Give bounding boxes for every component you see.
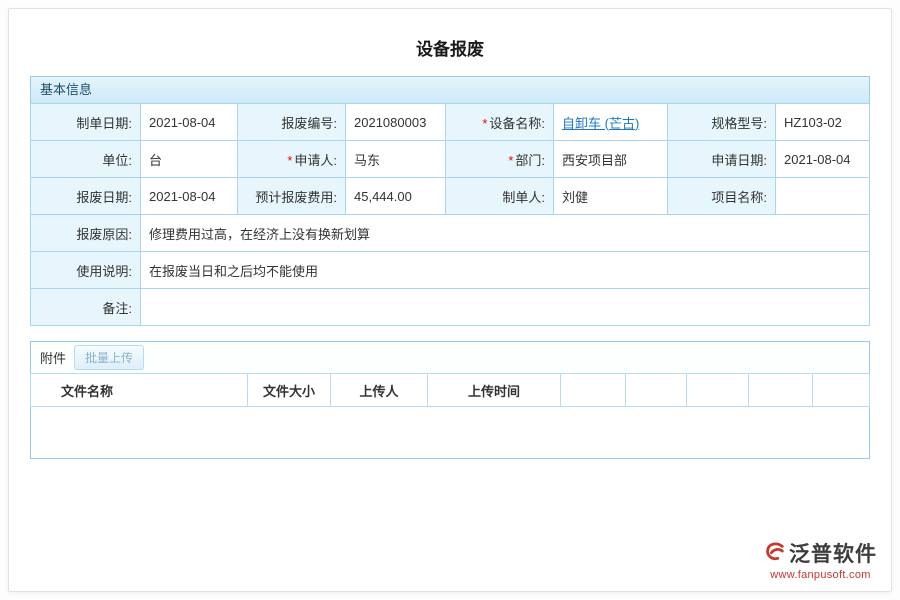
fanpu-logo-icon (764, 540, 786, 567)
attachments-title: 附件 (40, 348, 66, 367)
required-asterisk: * (508, 153, 513, 168)
field-value-estimated-cost: 45,444.00 (346, 178, 446, 215)
required-asterisk: * (482, 116, 487, 131)
empty-column-header (626, 374, 687, 407)
field-value-usage-note: 在报废当日和之后均不能使用 (141, 252, 870, 289)
field-label-spec-model: 规格型号: (668, 104, 776, 141)
field-label-project-name: 项目名称: (668, 178, 776, 215)
table-row: 制单日期: 2021-08-04 报废编号: 2021080003 *设备名称:… (31, 104, 870, 141)
attachments-header-row: 文件名称 文件大小 上传人 上传时间 (31, 374, 870, 407)
uploader-column-header: 上传人 (331, 374, 428, 407)
file-name-column-header: 文件名称 (31, 374, 248, 407)
attachments-section-header: 附件 批量上传 (30, 341, 870, 373)
batch-upload-button[interactable]: 批量上传 (74, 345, 144, 370)
empty-column-header (749, 374, 813, 407)
field-label-remark: 备注: (31, 289, 141, 326)
basic-info-table: 制单日期: 2021-08-04 报废编号: 2021080003 *设备名称:… (30, 103, 870, 326)
basic-info-section: 基本信息 制单日期: 2021-08-04 报废编号: 2021080003 *… (30, 76, 870, 326)
equipment-scrap-form-card: 设备报废 基本信息 制单日期: 2021-08-04 报废编号: 2021080… (8, 8, 892, 592)
vendor-footer: 泛普软件 www.fanpusoft.com (764, 538, 877, 581)
field-label-device-name: *设备名称: (446, 104, 554, 141)
table-row: 报废日期: 2021-08-04 预计报废费用: 45,444.00 制单人: … (31, 178, 870, 215)
field-label-scrap-reason: 报废原因: (31, 215, 141, 252)
basic-info-section-header: 基本信息 (30, 76, 870, 103)
attachments-section: 附件 批量上传 文件名称 文件大小 上传人 上传时间 (30, 341, 870, 459)
table-row: 报废原因: 修理费用过高，在经济上没有换新划算 (31, 215, 870, 252)
field-value-applicant: 马东 (346, 141, 446, 178)
upload-time-column-header: 上传时间 (428, 374, 561, 407)
vendor-brand-name: 泛普软件 (789, 538, 877, 568)
field-label-create-date: 制单日期: (31, 104, 141, 141)
page-title: 设备报废 (9, 9, 891, 76)
field-value-scrap-reason: 修理费用过高，在经济上没有换新划算 (141, 215, 870, 252)
field-label-estimated-cost: 预计报废费用: (238, 178, 346, 215)
field-label-unit: 单位: (31, 141, 141, 178)
field-value-spec-model: HZ103-02 (776, 104, 870, 141)
field-value-project-name (776, 178, 870, 215)
field-label-apply-date: 申请日期: (668, 141, 776, 178)
field-label-scrap-number: 报废编号: (238, 104, 346, 141)
attachments-empty-area (31, 407, 870, 459)
field-value-apply-date: 2021-08-04 (776, 141, 870, 178)
empty-column-header (687, 374, 749, 407)
field-value-scrap-number: 2021080003 (346, 104, 446, 141)
field-value-device-name: 自卸车 (芒古) (554, 104, 668, 141)
field-label-applicant: *申请人: (238, 141, 346, 178)
field-value-remark (141, 289, 870, 326)
field-value-unit: 台 (141, 141, 238, 178)
device-name-link[interactable]: 自卸车 (芒古) (562, 116, 639, 131)
table-row: 使用说明: 在报废当日和之后均不能使用 (31, 252, 870, 289)
attachments-empty-row (31, 407, 870, 459)
field-label-scrap-date: 报废日期: (31, 178, 141, 215)
field-label-usage-note: 使用说明: (31, 252, 141, 289)
vendor-url: www.fanpusoft.com (764, 569, 877, 581)
field-label-creator: 制单人: (446, 178, 554, 215)
field-value-department: 西安项目部 (554, 141, 668, 178)
table-row: 备注: (31, 289, 870, 326)
table-row: 单位: 台 *申请人: 马东 *部门: 西安项目部 申请日期: 2021-08-… (31, 141, 870, 178)
field-value-creator: 刘健 (554, 178, 668, 215)
attachments-table: 文件名称 文件大小 上传人 上传时间 (30, 373, 870, 459)
empty-column-header (813, 374, 870, 407)
required-asterisk: * (287, 153, 292, 168)
field-value-scrap-date: 2021-08-04 (141, 178, 238, 215)
file-size-column-header: 文件大小 (248, 374, 331, 407)
field-label-department: *部门: (446, 141, 554, 178)
empty-column-header (561, 374, 626, 407)
field-value-create-date: 2021-08-04 (141, 104, 238, 141)
vendor-brand-row: 泛普软件 (764, 538, 877, 568)
